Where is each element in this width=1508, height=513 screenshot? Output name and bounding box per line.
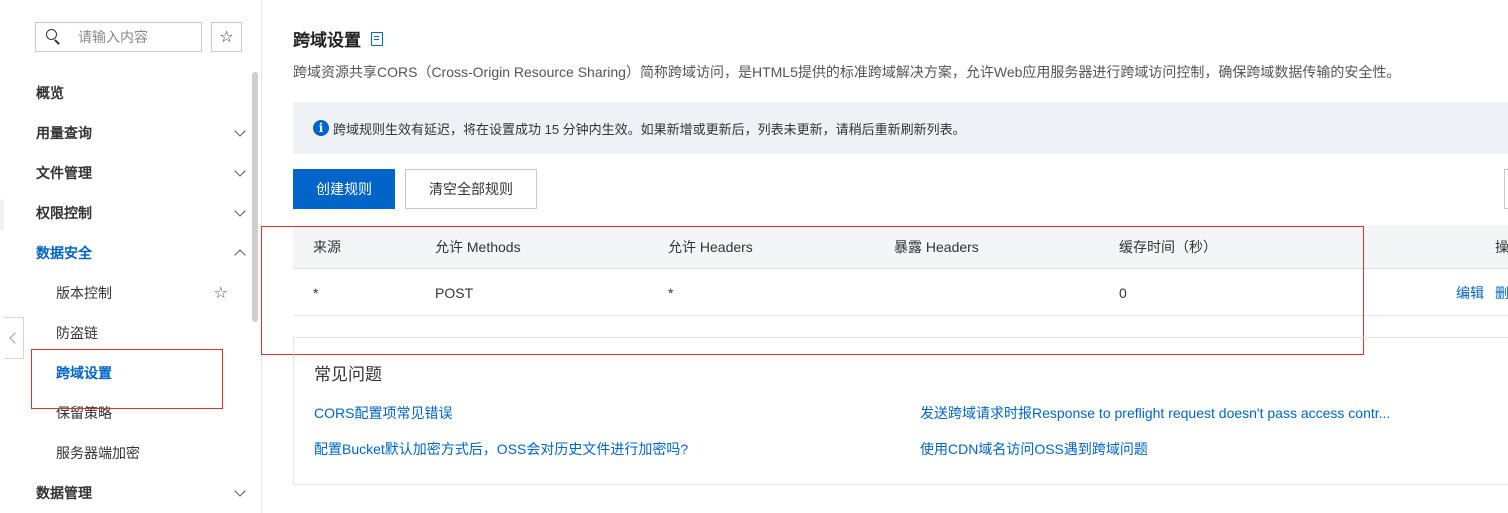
app-root: ☆ 概览 用量查询 文件管理 权限控制 数据安全 版本控制 ☆ 防盗链 跨域设置 bbox=[0, 0, 1508, 513]
sidebar-item-server-encryption[interactable]: 服务器端加密 bbox=[56, 441, 228, 465]
page-description: 跨域资源共享CORS（Cross-Origin Resource Sharing… bbox=[293, 64, 1401, 80]
page-title-text: 跨域设置 bbox=[293, 31, 361, 50]
search-input[interactable] bbox=[78, 29, 198, 45]
chevron-down-icon bbox=[234, 485, 246, 497]
faq-panel: 常见问题 CORS配置项常见错误 发送跨域请求时报Response to pre… bbox=[293, 337, 1508, 485]
highlight-box-table bbox=[261, 226, 1364, 355]
menu-item-usage[interactable]: 用量查询 bbox=[36, 121, 248, 145]
faq-link[interactable]: 配置Bucket默认加密方式后，OSS会对历史文件进行加密吗? bbox=[314, 439, 688, 459]
edit-link[interactable]: 编辑 bbox=[1456, 270, 1484, 315]
chevron-up-icon bbox=[234, 249, 246, 261]
page-title: 跨域设置 bbox=[293, 26, 383, 51]
search-box[interactable] bbox=[35, 22, 202, 52]
chevron-down-icon bbox=[234, 205, 246, 217]
notice-banner: i 跨域规则生效有延迟，将在设置成功 15 分钟内生效。如果新增或更新后，列表未… bbox=[293, 102, 1508, 154]
sidebar-scrollbar[interactable] bbox=[252, 72, 258, 322]
sub-item-label: 版本控制 bbox=[56, 285, 112, 301]
chevron-down-icon bbox=[234, 125, 246, 137]
sidebar-collapse-button[interactable] bbox=[4, 317, 24, 359]
chevron-down-icon bbox=[234, 165, 246, 177]
menu-item-file-management[interactable]: 文件管理 bbox=[36, 161, 248, 185]
sub-item-label: 防盗链 bbox=[56, 325, 98, 341]
menu-item-label: 数据管理 bbox=[36, 485, 92, 501]
document-icon[interactable] bbox=[371, 31, 383, 46]
menu-item-label: 文件管理 bbox=[36, 165, 92, 181]
favorite-star-icon[interactable]: ☆ bbox=[211, 22, 242, 52]
menu-item-data-security[interactable]: 数据安全 bbox=[36, 241, 248, 265]
faq-link[interactable]: CORS配置项常见错误 bbox=[314, 403, 452, 423]
column-header-actions: 操 bbox=[1495, 238, 1508, 255]
highlight-box-sidebar bbox=[31, 349, 223, 409]
menu-item-label: 用量查询 bbox=[36, 125, 92, 141]
sidebar-edge-marker bbox=[0, 200, 4, 230]
notice-text: 跨域规则生效有延迟，将在设置成功 15 分钟内生效。如果新增或更新后，列表未更新… bbox=[333, 121, 966, 137]
clear-all-rules-button[interactable]: 清空全部规则 bbox=[405, 169, 537, 209]
sub-item-label: 服务器端加密 bbox=[56, 445, 140, 461]
chevron-left-icon bbox=[9, 332, 21, 344]
menu-item-label: 概览 bbox=[36, 85, 64, 101]
sidebar-item-hotlink-protection[interactable]: 防盗链 bbox=[56, 321, 228, 345]
faq-title: 常见问题 bbox=[314, 365, 382, 384]
menu-item-label: 数据安全 bbox=[36, 245, 92, 261]
menu-item-data-management[interactable]: 数据管理 bbox=[36, 481, 248, 505]
menu-item-access-control[interactable]: 权限控制 bbox=[36, 201, 248, 225]
search-icon bbox=[46, 29, 62, 45]
create-rule-button[interactable]: 创建规则 bbox=[293, 169, 395, 209]
toolbar-edge-button[interactable] bbox=[1504, 169, 1508, 209]
menu-item-label: 权限控制 bbox=[36, 205, 92, 221]
delete-link[interactable]: 删 bbox=[1495, 270, 1508, 315]
faq-link[interactable]: 使用CDN域名访问OSS遇到跨域问题 bbox=[920, 439, 1148, 459]
favorite-star-icon[interactable]: ☆ bbox=[214, 283, 228, 303]
sidebar: ☆ 概览 用量查询 文件管理 权限控制 数据安全 版本控制 ☆ 防盗链 跨域设置 bbox=[0, 0, 262, 513]
sidebar-item-version-control[interactable]: 版本控制 ☆ bbox=[56, 281, 228, 305]
info-icon: i bbox=[313, 120, 329, 136]
faq-link[interactable]: 发送跨域请求时报Response to preflight request do… bbox=[920, 403, 1390, 423]
menu-item-overview[interactable]: 概览 bbox=[36, 81, 248, 105]
